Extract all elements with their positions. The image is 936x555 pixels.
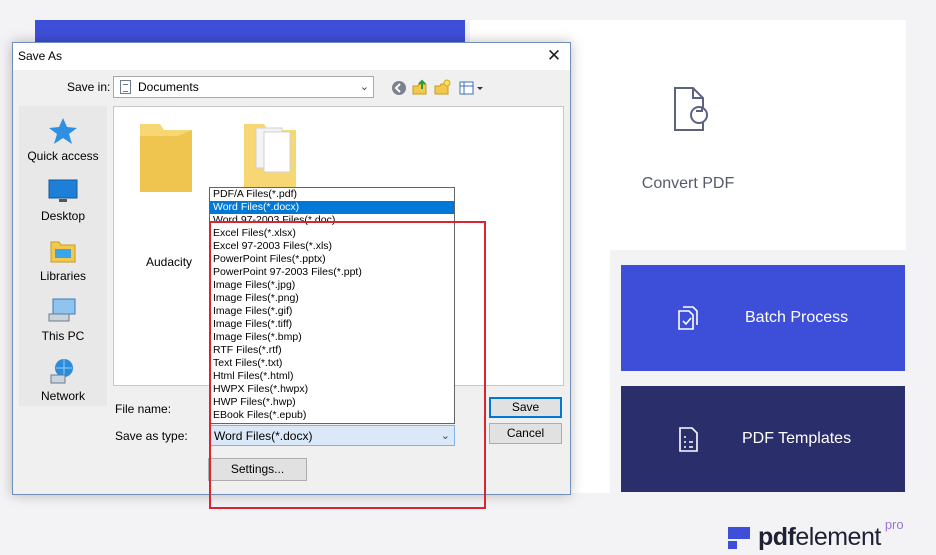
brand-pdf-text: pdf — [758, 523, 796, 551]
place-quick-access[interactable]: Quick access — [19, 116, 107, 163]
save-as-type-label: Save as type: — [115, 429, 188, 443]
dialog-title: Save As — [18, 49, 63, 63]
place-this-pc[interactable]: This PC — [19, 296, 107, 343]
convert-file-icon — [674, 87, 708, 131]
place-label: Libraries — [39, 269, 87, 283]
folder-icon — [140, 124, 192, 194]
pdf-templates-button[interactable]: PDF Templates — [621, 386, 905, 492]
cancel-button[interactable]: Cancel — [489, 423, 562, 444]
brand-element-text: element — [795, 523, 881, 551]
place-network[interactable]: Network — [19, 356, 107, 403]
batch-process-label: Batch Process — [745, 309, 849, 326]
save-as-dialog: Save As ✕ Save in: Documents ⌄ Quick acc… — [12, 42, 571, 509]
place-label: This PC — [41, 329, 85, 343]
file-type-option[interactable]: Word Files(*.docx) — [210, 201, 454, 214]
highlight-annotation-box — [209, 221, 486, 509]
pdfelement-logo-mark — [728, 527, 750, 549]
file-type-option[interactable]: PDF/A Files(*.pdf) — [210, 188, 454, 201]
save-in-dropdown[interactable]: Documents ⌄ — [113, 76, 374, 98]
views-menu-icon[interactable] — [459, 79, 485, 97]
places-bar: Quick access Desktop Libraries This PC N… — [19, 106, 107, 406]
batch-process-icon — [678, 306, 698, 330]
libraries-icon — [47, 236, 79, 266]
brand-pro-text: pro — [884, 517, 904, 532]
place-label: Network — [40, 389, 85, 403]
save-button[interactable]: Save — [489, 397, 562, 418]
new-folder-icon[interactable] — [433, 79, 451, 97]
desktop-icon — [47, 176, 79, 206]
folder-documents-item[interactable] — [242, 122, 298, 194]
folder-icon — [244, 124, 296, 194]
documents-icon — [120, 80, 131, 94]
dialog-titlebar[interactable]: Save As ✕ — [13, 43, 570, 70]
folder-audacity[interactable] — [138, 122, 194, 194]
star-icon — [47, 116, 79, 146]
place-label: Desktop — [40, 209, 86, 223]
place-label: Quick access — [27, 149, 99, 163]
pdf-templates-icon — [679, 427, 698, 452]
place-libraries[interactable]: Libraries — [19, 236, 107, 283]
pdf-templates-label: PDF Templates — [742, 430, 852, 447]
folder-label: Audacity — [146, 255, 193, 269]
up-folder-icon[interactable] — [411, 79, 429, 97]
close-icon[interactable]: ✕ — [544, 46, 564, 66]
file-name-label: File name: — [115, 402, 172, 416]
batch-process-button[interactable]: Batch Process — [621, 265, 905, 371]
network-icon — [47, 356, 79, 386]
save-in-value: Documents — [138, 80, 199, 94]
place-desktop[interactable]: Desktop — [19, 176, 107, 223]
pdfelement-logo: pdf element pro — [728, 517, 904, 551]
save-in-label: Save in: — [67, 80, 111, 94]
computer-icon — [47, 296, 79, 326]
chevron-down-icon: ⌄ — [359, 81, 369, 93]
back-icon[interactable] — [390, 79, 408, 97]
